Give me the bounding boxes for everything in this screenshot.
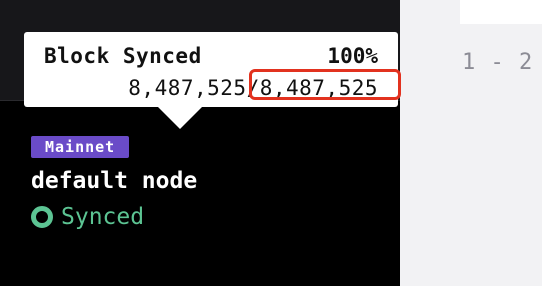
sync-percent: 100% [327, 44, 378, 68]
content-card [460, 0, 542, 24]
node-name[interactable]: default node [31, 168, 197, 194]
network-badge: Mainnet [31, 136, 130, 158]
tooltip-title: Block Synced [44, 44, 202, 68]
synced-status-icon [31, 206, 53, 228]
status-label: Synced [61, 204, 145, 230]
node-status: Synced [31, 204, 144, 230]
pagination-label: 1 - 2 [462, 50, 534, 75]
annotation-highlight-box [249, 69, 401, 100]
